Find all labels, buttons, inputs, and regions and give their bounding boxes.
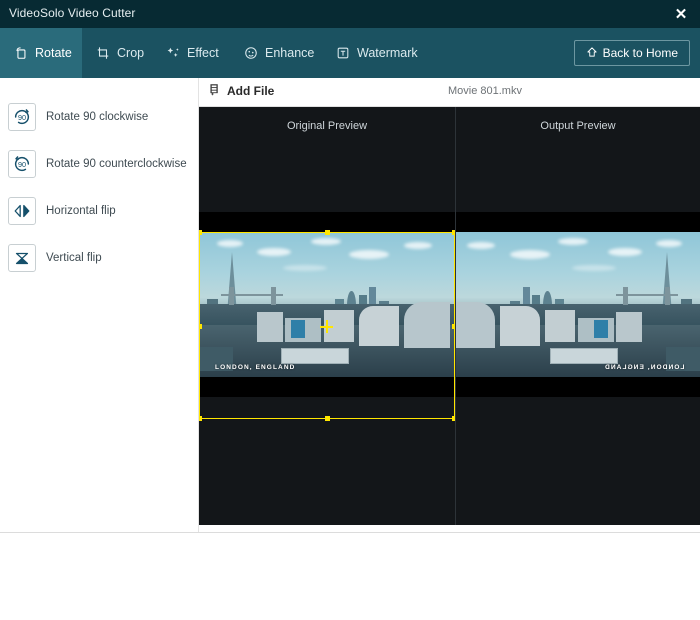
title-bar: VideoSolo Video Cutter ✕ [0, 0, 700, 28]
main-panel: Add File Movie 801.mkv Original Preview [199, 78, 700, 598]
app-title: VideoSolo Video Cutter [9, 6, 136, 20]
close-icon[interactable]: ✕ [668, 3, 694, 25]
tab-bar: Rotate Crop Effect Enhance Watermark Bac… [0, 28, 700, 78]
sidebar-item-vertical-flip[interactable]: Vertical flip [8, 241, 193, 275]
add-file-label: Add File [227, 84, 275, 98]
sidebar-item-rotate-ccw-label: Rotate 90 counterclockwise [46, 158, 187, 170]
add-file-button[interactable]: Add File [208, 83, 274, 99]
sidebar: 90 Rotate 90 clockwise 90 Rotate 90 coun… [0, 78, 199, 532]
current-filename: Movie 801.mkv [448, 85, 522, 97]
tab-enhance-label: Enhance [265, 46, 315, 60]
crop-handle-bc[interactable] [325, 416, 330, 421]
tab-effect-label: Effect [187, 46, 219, 60]
watermark-icon [336, 46, 350, 60]
vertical-flip-icon [8, 244, 36, 272]
sidebar-item-rotate-ccw[interactable]: 90 Rotate 90 counterclockwise [8, 147, 193, 181]
rotate-cw-icon: 90 [8, 103, 36, 131]
tab-rotate[interactable]: Rotate [0, 28, 82, 78]
bottom-bar: Output Format: MPEG-4 Video (*.mp4) Sett… [0, 532, 700, 620]
tab-watermark-label: Watermark [357, 46, 418, 60]
tab-effect[interactable]: Effect [152, 28, 230, 78]
home-icon [586, 46, 598, 61]
rotate-ccw-icon: 90 [8, 150, 36, 178]
file-bar: Add File Movie 801.mkv [199, 78, 700, 107]
output-preview-pane[interactable]: Output Preview LONDON, ENGLAND [455, 107, 700, 525]
video-caption: LONDON, ENGLAND [215, 364, 296, 371]
back-to-home-label: Back to Home [602, 46, 678, 60]
svg-text:90: 90 [18, 160, 26, 169]
tab-rotate-label: Rotate [35, 46, 72, 60]
sidebar-item-horizontal-flip[interactable]: Horizontal flip [8, 194, 193, 228]
sidebar-item-horizontal-flip-label: Horizontal flip [46, 205, 116, 217]
crop-icon [96, 46, 110, 60]
sidebar-item-rotate-cw-label: Rotate 90 clockwise [46, 111, 149, 123]
output-preview-label: Output Preview [540, 120, 616, 132]
original-preview-label: Original Preview [286, 120, 368, 132]
preview-stage: Original Preview LONDON, ENGLAND Output … [199, 107, 700, 525]
svg-text:90: 90 [18, 113, 26, 122]
video-caption-mirrored: LONDON, ENGLAND [603, 364, 684, 371]
crop-handle-bl[interactable] [199, 416, 202, 421]
sidebar-item-vertical-flip-label: Vertical flip [46, 252, 102, 264]
original-video-frame: LONDON, ENGLAND [199, 212, 455, 397]
tab-watermark[interactable]: Watermark [322, 28, 422, 78]
sidebar-item-rotate-cw[interactable]: 90 Rotate 90 clockwise [8, 100, 193, 134]
film-strip-icon [208, 83, 221, 99]
horizontal-flip-icon [8, 197, 36, 225]
rotate-icon [14, 46, 28, 60]
back-to-home-button[interactable]: Back to Home [573, 40, 690, 66]
output-video-frame: LONDON, ENGLAND [456, 212, 700, 397]
tab-enhance[interactable]: Enhance [230, 28, 322, 78]
app-window: VideoSolo Video Cutter ✕ Rotate Crop Eff… [0, 0, 700, 620]
enhance-icon [244, 46, 258, 60]
original-preview-pane[interactable]: Original Preview LONDON, ENGLAND [199, 107, 455, 525]
tab-crop[interactable]: Crop [82, 28, 152, 78]
tab-crop-label: Crop [117, 46, 145, 60]
effect-icon [166, 46, 180, 60]
